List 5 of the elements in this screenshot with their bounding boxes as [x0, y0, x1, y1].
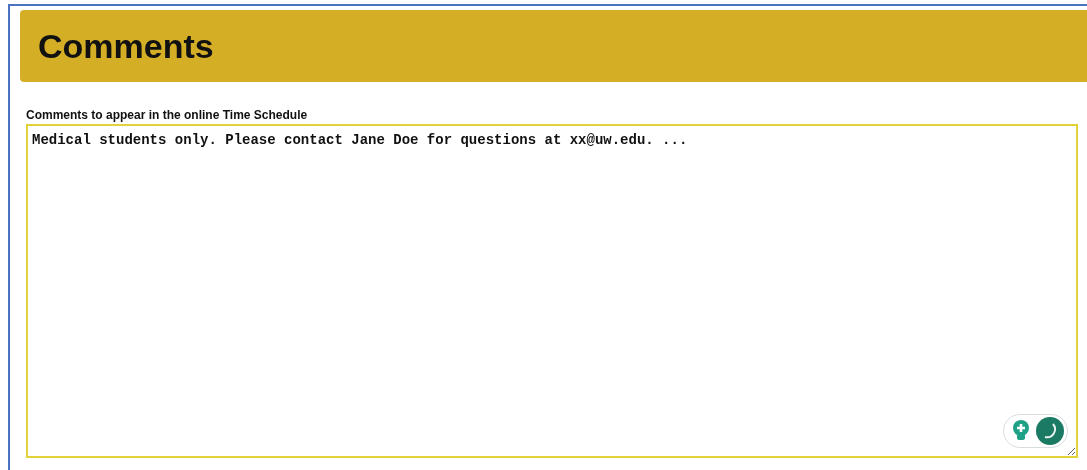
field-label: Comments to appear in the online Time Schedule: [26, 108, 309, 122]
lightbulb-icon[interactable]: [1012, 419, 1030, 443]
section-title: Comments: [38, 26, 214, 66]
comments-field[interactable]: Medical students only. Please contact Jane Doe for questions at xx@uw.edu. ...: [26, 124, 1078, 458]
circle-icon[interactable]: [1036, 417, 1064, 445]
